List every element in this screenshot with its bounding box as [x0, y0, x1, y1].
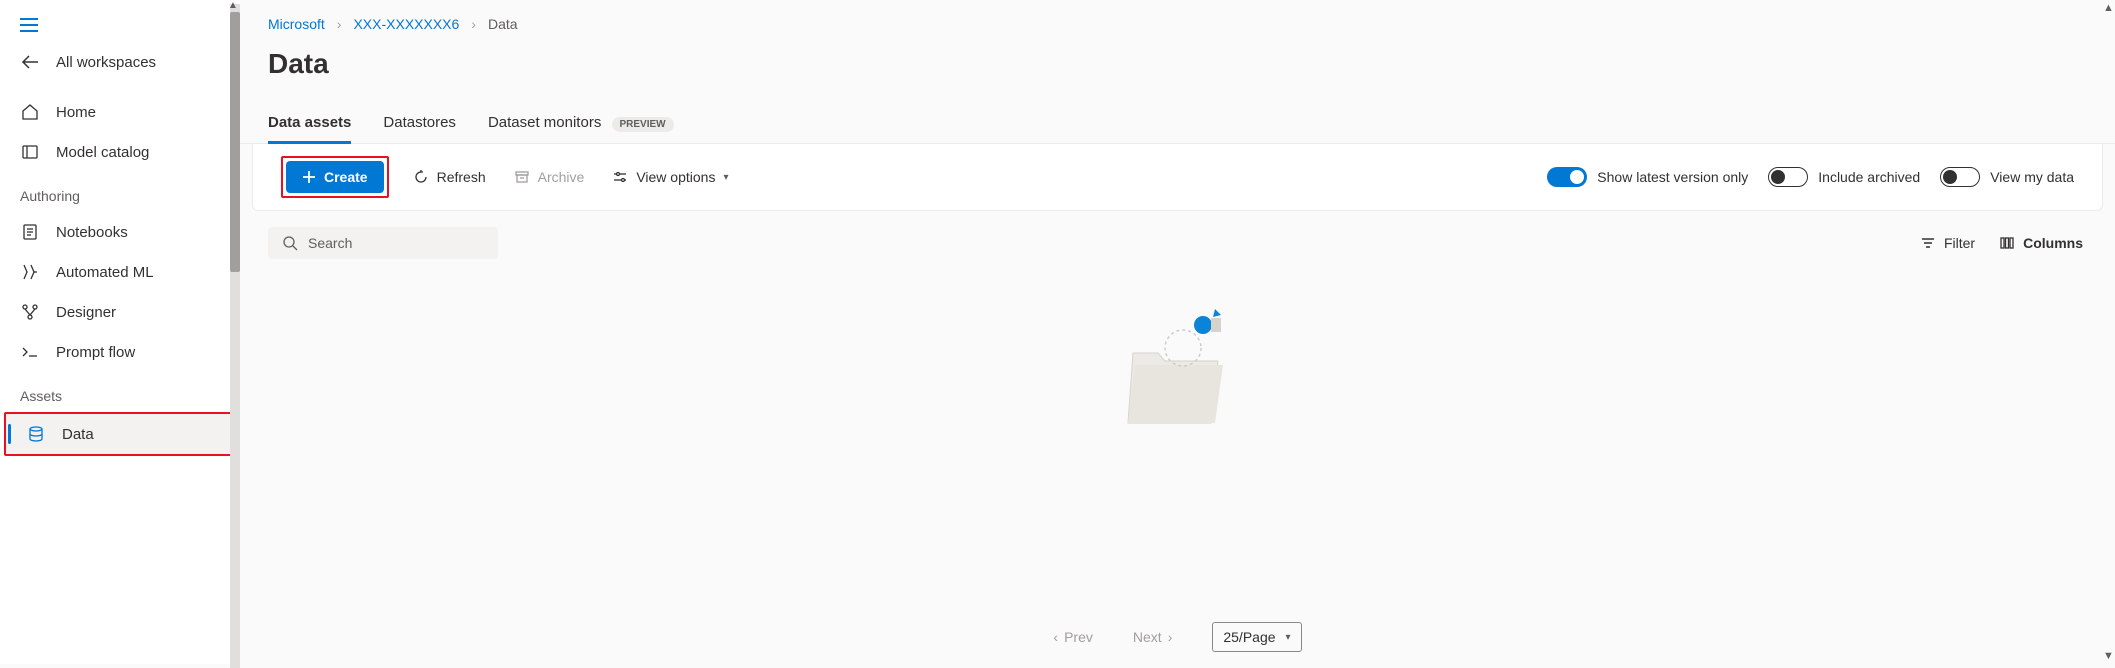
tab-dataset-monitors[interactable]: Dataset monitors PREVIEW — [488, 104, 674, 143]
view-options-button[interactable]: View options ▾ — [608, 163, 732, 191]
prompt-flow-icon — [20, 342, 40, 362]
page-size-select[interactable]: 25/Page ▾ — [1212, 622, 1301, 652]
chevron-right-icon: › — [1168, 629, 1173, 645]
data-icon — [26, 424, 46, 444]
content-bar: Filter Columns — [240, 211, 2115, 263]
main-content: Microsoft › XXX-XXXXXXX6 › Data Data Dat… — [240, 0, 2115, 664]
breadcrumb-link[interactable]: Microsoft — [268, 16, 325, 32]
archive-icon — [514, 169, 530, 185]
view-my-data-toggle[interactable] — [1940, 167, 1980, 187]
catalog-icon — [20, 142, 40, 162]
sidebar-item-label: Notebooks — [56, 224, 128, 241]
breadcrumb: Microsoft › XXX-XXXXXXX6 › Data — [240, 0, 2115, 40]
all-workspaces-link[interactable]: All workspaces — [0, 42, 240, 82]
toggle-label: Show latest version only — [1597, 169, 1748, 185]
sidebar: All workspaces Home Model catalog Author… — [0, 0, 240, 664]
tabs: Data assets Datastores Dataset monitors … — [240, 104, 2115, 144]
hamburger-menu[interactable] — [0, 8, 240, 42]
toggle-label: Include archived — [1818, 169, 1920, 185]
sidebar-item-automated-ml[interactable]: Automated ML — [0, 252, 240, 292]
sidebar-item-model-catalog[interactable]: Model catalog — [0, 132, 240, 172]
columns-icon — [1999, 235, 2015, 251]
include-archived-toggle-group: Include archived — [1768, 167, 1920, 187]
empty-state — [240, 263, 2115, 610]
chevron-down-icon: ▾ — [1286, 632, 1291, 643]
show-latest-toggle[interactable] — [1547, 167, 1587, 187]
archive-button: Archive — [510, 163, 589, 191]
sidebar-item-prompt-flow[interactable]: Prompt flow — [0, 332, 240, 372]
home-icon — [20, 102, 40, 122]
sidebar-item-label: Designer — [56, 304, 116, 321]
search-input[interactable] — [308, 235, 489, 251]
columns-button[interactable]: Columns — [1995, 229, 2087, 257]
search-icon — [282, 235, 298, 251]
sidebar-section-assets: Assets — [0, 372, 240, 412]
page-title: Data — [240, 40, 2115, 104]
sidebar-item-label: Home — [56, 104, 96, 121]
search-box[interactable] — [268, 227, 498, 259]
breadcrumb-current: Data — [488, 16, 518, 32]
filter-button[interactable]: Filter — [1916, 229, 1979, 257]
chevron-right-icon: › — [337, 16, 342, 32]
arrow-left-icon — [20, 52, 40, 72]
automl-icon — [20, 262, 40, 282]
breadcrumb-link[interactable]: XXX-XXXXXXX6 — [353, 16, 459, 32]
include-archived-toggle[interactable] — [1768, 167, 1808, 187]
sidebar-scrollbar[interactable]: ▲ — [230, 4, 240, 668]
sidebar-item-home[interactable]: Home — [0, 92, 240, 132]
sidebar-item-label: Prompt flow — [56, 344, 135, 361]
sidebar-item-label: Model catalog — [56, 144, 149, 161]
sidebar-section-authoring: Authoring — [0, 172, 240, 212]
designer-icon — [20, 302, 40, 322]
chevron-left-icon: ‹ — [1053, 629, 1058, 645]
main-scrollbar[interactable]: ▲ ▼ — [2101, 0, 2115, 664]
sidebar-item-label: Automated ML — [56, 264, 154, 281]
show-latest-toggle-group: Show latest version only — [1547, 167, 1748, 187]
toggle-label: View my data — [1990, 169, 2074, 185]
notebook-icon — [20, 222, 40, 242]
all-workspaces-label: All workspaces — [56, 54, 156, 71]
filter-icon — [1920, 235, 1936, 251]
chevron-down-icon: ▾ — [723, 172, 728, 183]
sidebar-item-designer[interactable]: Designer — [0, 292, 240, 332]
empty-folder-illustration — [1103, 293, 1253, 443]
sliders-icon — [612, 169, 628, 185]
prev-page-button: ‹ Prev — [1053, 629, 1092, 645]
pagination: ‹ Prev Next › 25/Page ▾ — [240, 610, 2115, 664]
sidebar-item-label: Data — [62, 426, 94, 443]
plus-icon — [302, 170, 316, 184]
tab-datastores[interactable]: Datastores — [383, 104, 456, 143]
preview-badge: PREVIEW — [612, 117, 674, 132]
next-page-button: Next › — [1133, 629, 1172, 645]
sidebar-item-notebooks[interactable]: Notebooks — [0, 212, 240, 252]
view-my-data-toggle-group: View my data — [1940, 167, 2074, 187]
create-button[interactable]: Create — [286, 161, 384, 193]
tab-data-assets[interactable]: Data assets — [268, 104, 351, 143]
sidebar-item-data[interactable]: Data — [6, 414, 234, 454]
refresh-button[interactable]: Refresh — [409, 163, 490, 191]
toolbar: Create Refresh Archive View options ▾ — [252, 144, 2103, 211]
refresh-icon — [413, 169, 429, 185]
chevron-right-icon: › — [471, 16, 476, 32]
